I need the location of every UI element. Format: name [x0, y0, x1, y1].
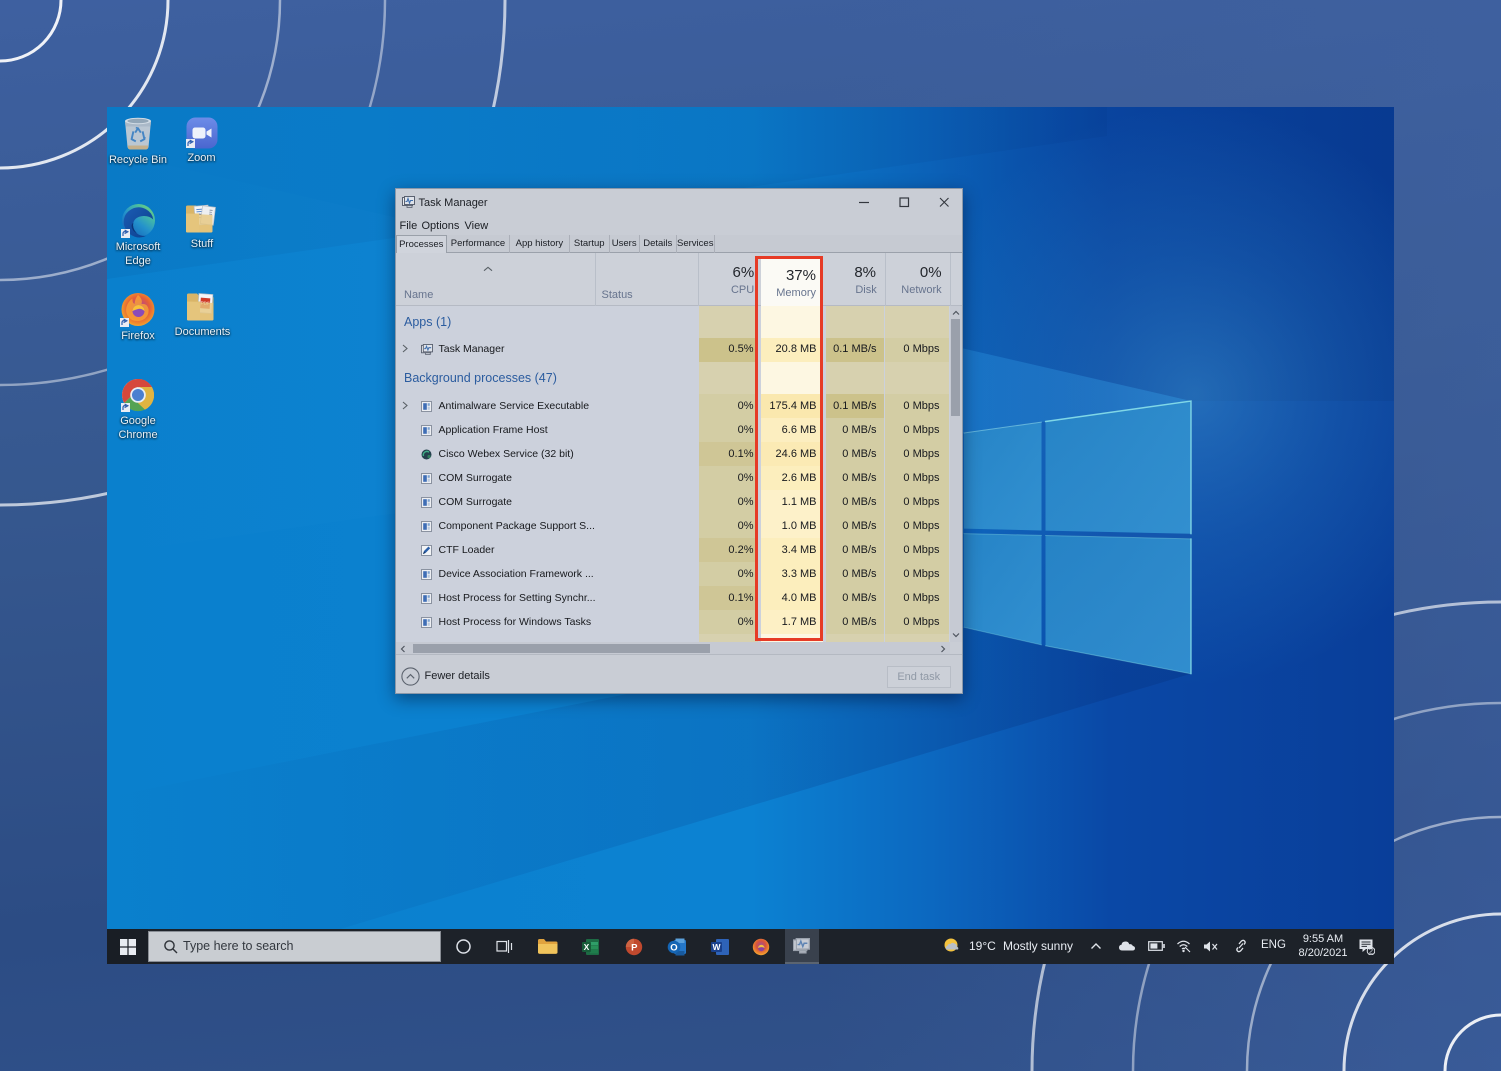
svg-text:2: 2	[1369, 947, 1373, 955]
svg-text:X: X	[584, 942, 590, 952]
svg-text:W: W	[712, 942, 721, 952]
svg-text:O: O	[670, 942, 677, 953]
svg-text:P: P	[631, 942, 638, 953]
